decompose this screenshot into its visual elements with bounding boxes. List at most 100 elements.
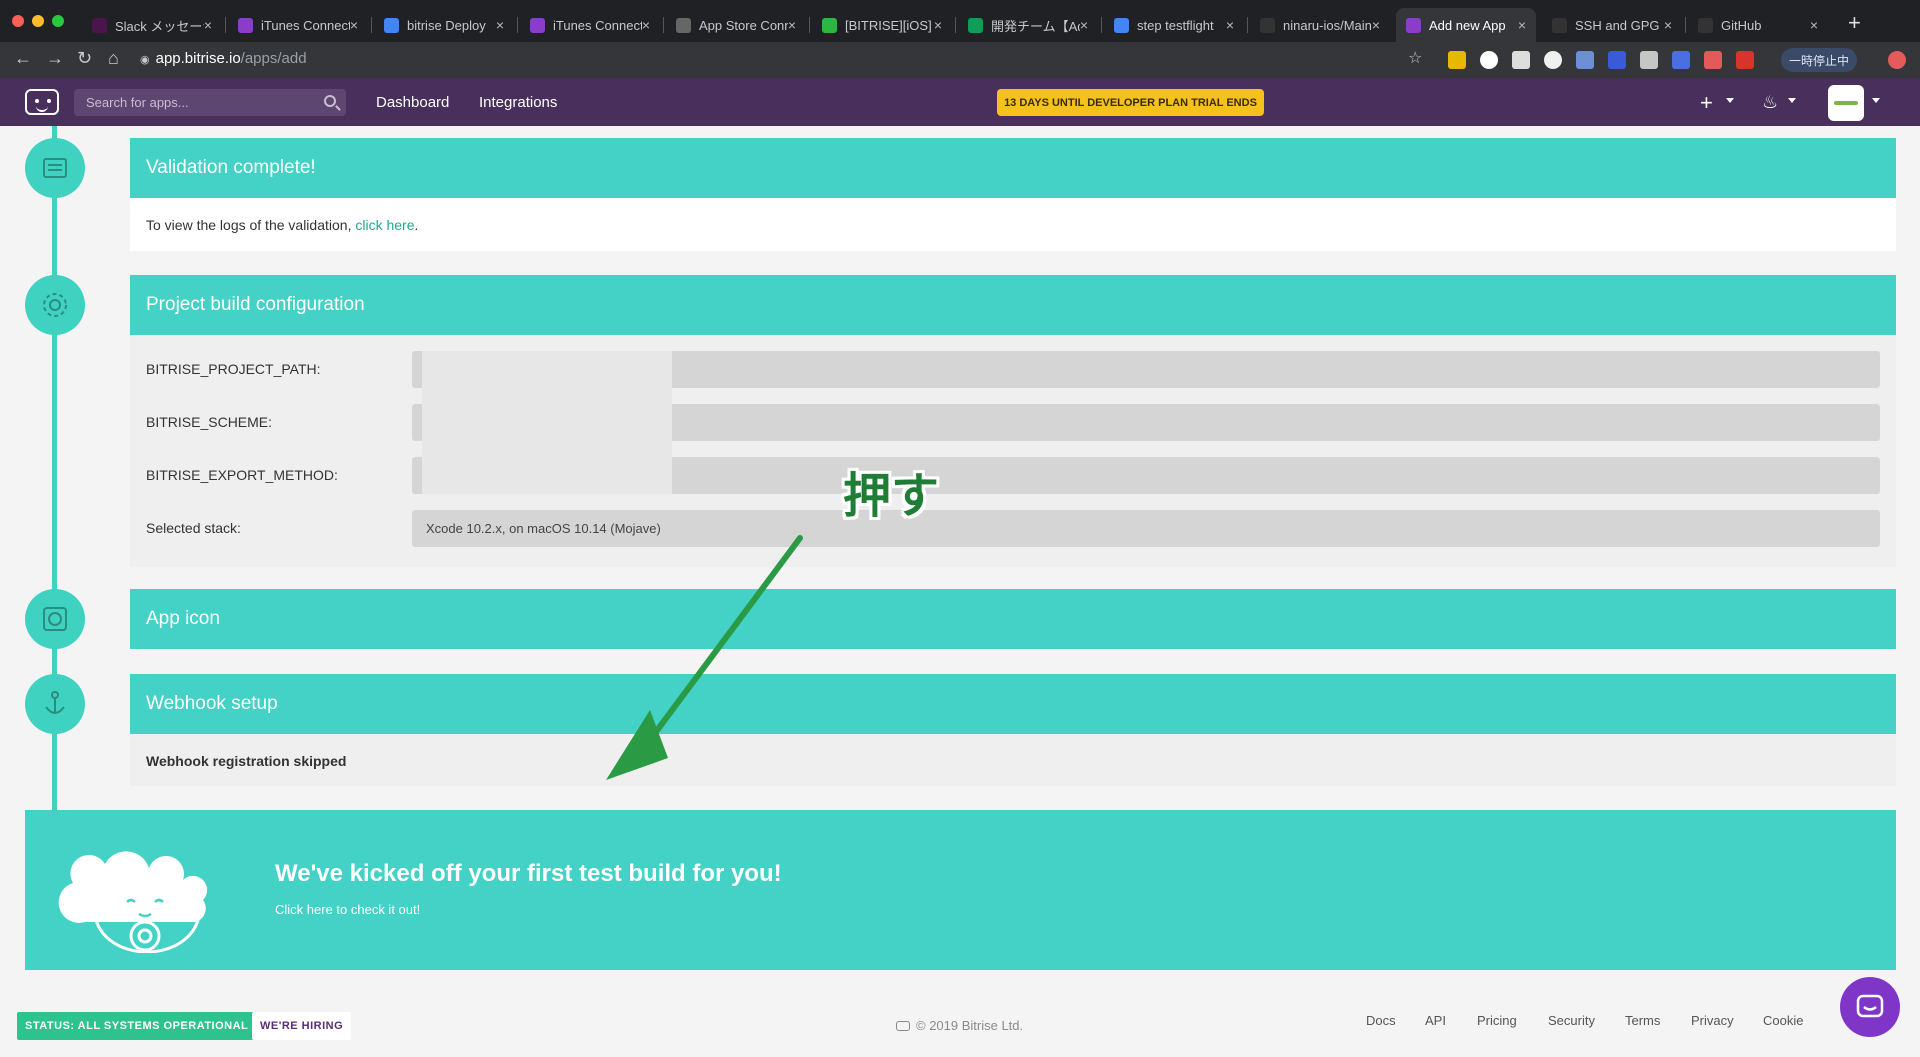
bitrise-logo-icon[interactable] (25, 89, 59, 115)
footer-link-security[interactable]: Security (1548, 1013, 1595, 1028)
hiring-badge[interactable]: WE'RE HIRING (252, 1012, 352, 1040)
extension-icon[interactable] (1480, 51, 1498, 69)
app-icon-step-icon (25, 589, 85, 649)
chat-button[interactable] (1840, 977, 1900, 1037)
footer-link-api[interactable]: API (1425, 1013, 1446, 1028)
tab-close-icon[interactable]: × (1372, 17, 1380, 33)
profile-paused-chip[interactable]: 一時停止中 (1781, 48, 1858, 72)
tab-title: SSH and GPG (1575, 17, 1660, 33)
tab-title: GitHub (1721, 17, 1762, 33)
stack-label: Selected stack: (146, 520, 241, 536)
browser-tab[interactable]: iTunes Connect × (228, 8, 368, 42)
browser-tab[interactable]: App Store Connect× (666, 8, 806, 42)
bookmark-star-icon[interactable]: ☆ (1408, 48, 1422, 68)
search-input[interactable]: Search for apps... (74, 89, 346, 116)
tab-separator (1247, 17, 1248, 33)
back-arrow-icon[interactable]: ← (14, 48, 32, 69)
footer-link-cookie[interactable]: Cookie (1763, 1013, 1803, 1028)
extension-icon[interactable] (1640, 51, 1658, 69)
chevron-down-icon[interactable] (1726, 98, 1734, 103)
tab-close-icon[interactable]: × (1810, 17, 1818, 33)
tab-separator (663, 17, 664, 33)
plus-icon[interactable]: + (1700, 90, 1713, 116)
browser-tab[interactable]: iTunes Connect × (520, 8, 660, 42)
chevron-down-icon[interactable] (1788, 98, 1796, 103)
maximize-window-button[interactable] (52, 15, 64, 27)
new-tab-button[interactable]: + (1848, 10, 1861, 36)
cloud-mascot-icon (58, 851, 208, 953)
forward-arrow-icon[interactable]: → (46, 48, 64, 69)
banner-title: We've kicked off your first test build f… (275, 860, 782, 887)
tab-title: 開発チーム【Ad (991, 18, 1080, 34)
footer-link-terms[interactable]: Terms (1625, 1013, 1660, 1028)
tab-close-icon[interactable]: × (934, 17, 942, 33)
footer-link-privacy[interactable]: Privacy (1691, 1013, 1734, 1028)
extension-icon[interactable] (1672, 51, 1690, 69)
gear-icon (25, 275, 85, 335)
tab-separator (1685, 17, 1686, 33)
avatar[interactable] (1828, 85, 1864, 121)
tab-favicon-icon (384, 17, 399, 33)
tab-favicon-icon (676, 17, 691, 33)
bell-icon[interactable]: ♨ (1762, 92, 1778, 113)
tab-close-icon[interactable]: × (788, 17, 796, 33)
first-build-banner[interactable]: We've kicked off your first test build f… (25, 810, 1896, 970)
browser-tab[interactable]: Add new App × (1396, 8, 1536, 42)
extension-icon[interactable] (1544, 51, 1562, 69)
menu-icon[interactable] (1888, 51, 1906, 69)
tab-close-icon[interactable]: × (1664, 17, 1672, 33)
status-badge[interactable]: STATUS: ALL SYSTEMS OPERATIONAL (17, 1012, 257, 1040)
browser-tab[interactable]: GitHub × (1688, 8, 1828, 42)
browser-tab[interactable]: ninaru-ios/Main × (1250, 8, 1390, 42)
scheme-label: BITRISE_SCHEME: (146, 414, 273, 430)
tab-favicon-icon (1406, 17, 1421, 33)
copyright: © 2019 Bitrise Ltd. (896, 1018, 1023, 1033)
footer-link-docs[interactable]: Docs (1366, 1013, 1396, 1028)
trial-banner[interactable]: 13 DAYS UNTIL DEVELOPER PLAN TRIAL ENDS (997, 89, 1264, 116)
tab-close-icon[interactable]: × (1226, 17, 1234, 33)
extension-icon[interactable] (1736, 51, 1754, 69)
browser-tab-bar: Slack メッセージ×iTunes Connect×bitrise Deplo… (0, 0, 1920, 42)
check-build-link[interactable]: Click here to check it out! (275, 902, 420, 917)
search-icon[interactable] (324, 95, 336, 107)
browser-tab[interactable]: [BITRISE][iOS] × (812, 8, 952, 42)
browser-address-bar: ← → ↻ ⌂ ◉ app.bitrise.io/apps/add ☆ 一時停止中 (0, 42, 1920, 78)
tab-close-icon[interactable]: × (350, 17, 358, 33)
validation-suffix: . (414, 217, 419, 233)
minimize-window-button[interactable] (32, 15, 44, 27)
chevron-down-icon[interactable] (1872, 98, 1880, 103)
tab-favicon-icon (238, 17, 253, 33)
url-path: /apps/add (240, 50, 307, 67)
validation-text: To view the logs of the validation, (146, 217, 356, 233)
tab-separator (225, 17, 226, 33)
validation-logs-link[interactable]: click here (355, 217, 414, 233)
footer-link-pricing[interactable]: Pricing (1477, 1013, 1517, 1028)
home-icon[interactable]: ⌂ (108, 48, 119, 69)
extension-icon[interactable] (1512, 51, 1530, 69)
tab-close-icon[interactable]: × (204, 17, 212, 33)
url-host: app.bitrise.io (155, 50, 241, 67)
nav-integrations[interactable]: Integrations (479, 94, 557, 111)
browser-tab[interactable]: SSH and GPG × (1542, 8, 1682, 42)
url-field[interactable]: ◉ app.bitrise.io/apps/add (140, 50, 307, 67)
nav-dashboard[interactable]: Dashboard (376, 94, 449, 111)
anchor-icon (25, 674, 85, 734)
webhook-text: Webhook registration skipped (146, 753, 347, 769)
close-window-button[interactable] (12, 15, 24, 27)
extension-icon[interactable] (1608, 51, 1626, 69)
extension-icon[interactable] (1576, 51, 1594, 69)
tab-close-icon[interactable]: × (1518, 17, 1526, 33)
tab-close-icon[interactable]: × (1080, 17, 1088, 33)
extension-icon[interactable] (1448, 51, 1466, 69)
extension-icon[interactable] (1704, 51, 1722, 69)
reload-icon[interactable]: ↻ (77, 48, 92, 69)
tab-close-icon[interactable]: × (642, 17, 650, 33)
browser-tab[interactable]: step testflight × (1104, 8, 1244, 42)
tab-favicon-icon (92, 17, 107, 33)
tab-favicon-icon (530, 17, 545, 33)
browser-tab[interactable]: bitrise Deploy × (374, 8, 514, 42)
config-header: Project build configuration (130, 275, 1896, 335)
browser-tab[interactable]: Slack メッセージ× (82, 8, 222, 42)
tab-close-icon[interactable]: × (496, 17, 504, 33)
browser-tab[interactable]: 開発チーム【Ad × (958, 8, 1098, 42)
